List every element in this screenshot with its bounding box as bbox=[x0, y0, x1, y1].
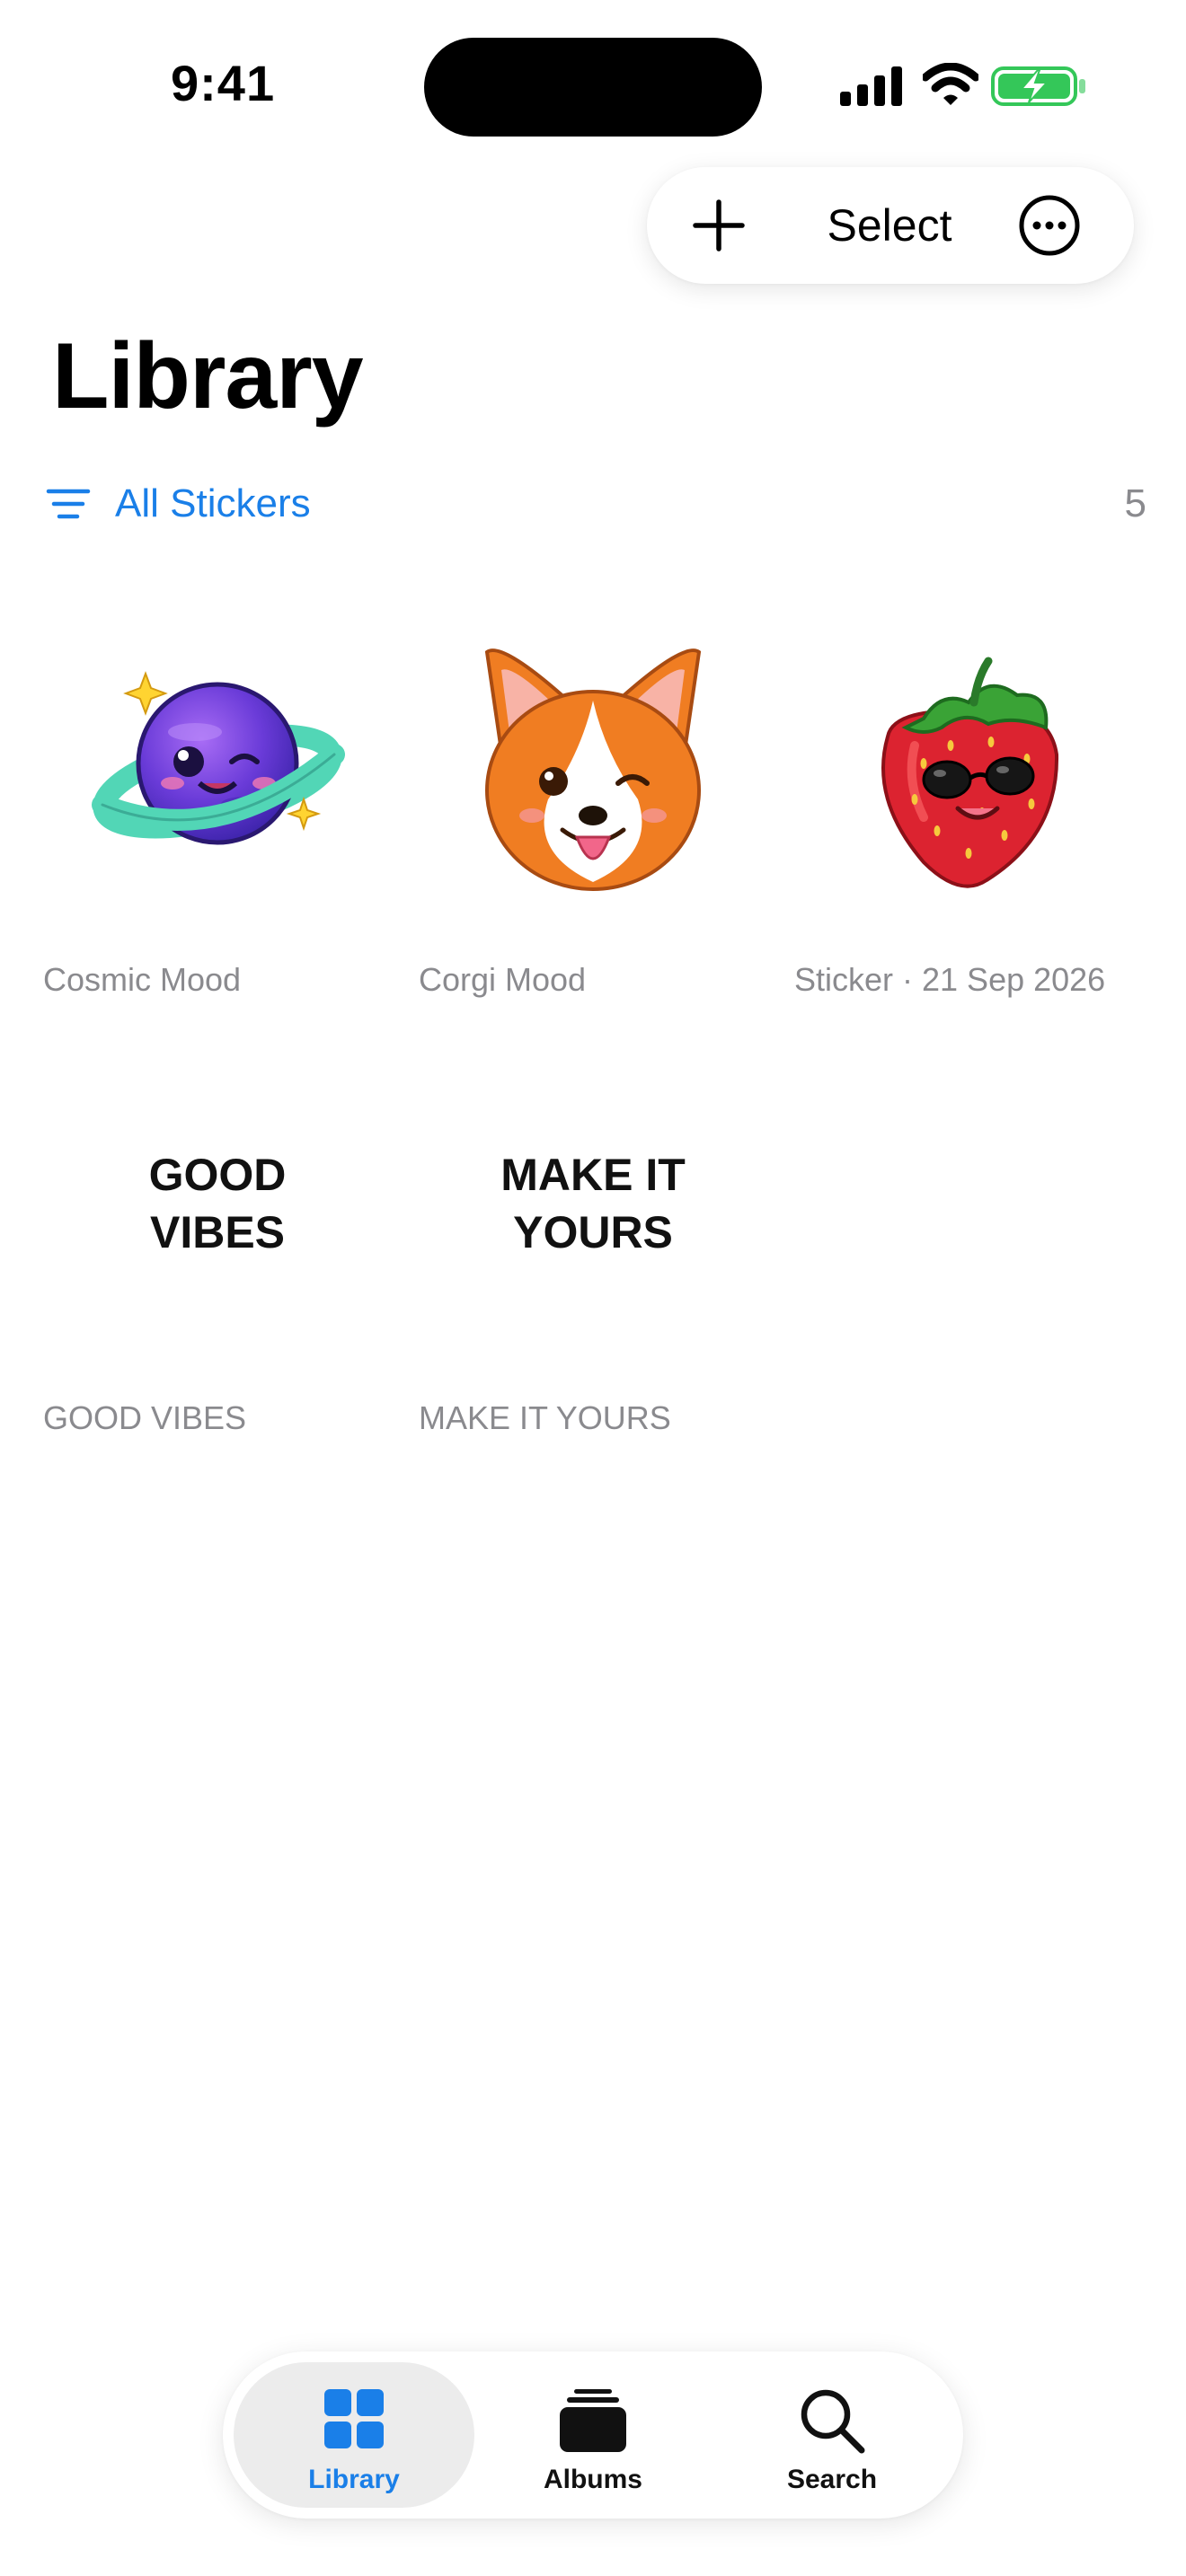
tab-label: Albums bbox=[543, 2465, 642, 2494]
sticker-caption: Cosmic Mood bbox=[43, 961, 242, 998]
page-title: Library bbox=[52, 324, 364, 428]
cellular-signal-icon bbox=[840, 66, 902, 106]
filter-label: All Stickers bbox=[115, 481, 311, 525]
text-sticker-content: MAKE IT YOURS bbox=[500, 1150, 686, 1257]
sticker-caption: MAKE IT YOURS bbox=[419, 1399, 671, 1436]
magnifier-icon bbox=[801, 2389, 865, 2454]
sticker-tile-cosmic-mood[interactable] bbox=[38, 584, 397, 943]
top-toolbar: Select bbox=[647, 167, 1134, 284]
ellipsis-circle-icon bbox=[1019, 195, 1080, 256]
sticker-tile-make-it-yours[interactable]: MAKE IT YOURS bbox=[413, 1033, 773, 1392]
tab-label: Search bbox=[786, 2465, 878, 2494]
battery-charging-icon bbox=[991, 66, 1085, 106]
sticker-count: 5 bbox=[1124, 481, 1146, 525]
select-button[interactable]: Select bbox=[800, 196, 979, 255]
sticker-tile-good-vibes[interactable]: GOOD VIBES bbox=[38, 1033, 397, 1392]
tab-library[interactable]: Library bbox=[234, 2362, 474, 2508]
more-button[interactable] bbox=[1013, 190, 1085, 261]
dynamic-island bbox=[424, 38, 762, 137]
add-button[interactable] bbox=[683, 190, 755, 261]
sticker-caption: Sticker · 21 Sep 2026 bbox=[794, 961, 1106, 998]
strawberry-sticker-image bbox=[881, 657, 1059, 888]
tab-search[interactable]: Search bbox=[712, 2362, 952, 2508]
tab-label: Library bbox=[308, 2465, 400, 2494]
status-bar: 9:41 bbox=[0, 0, 1186, 171]
sticker-tile-corgi-mood[interactable] bbox=[413, 584, 773, 943]
filter-row: All Stickers 5 bbox=[43, 472, 1146, 535]
corgi-sticker-image bbox=[484, 648, 702, 891]
sticker-caption: GOOD VIBES bbox=[43, 1399, 247, 1436]
planet-sticker-image bbox=[92, 671, 345, 845]
status-icons bbox=[840, 59, 1092, 113]
sticker-tile-strawberry[interactable] bbox=[789, 584, 1148, 943]
text-sticker-content: GOOD VIBES bbox=[148, 1150, 287, 1257]
albums-stack-icon bbox=[560, 2389, 626, 2452]
sticker-caption: Corgi Mood bbox=[419, 961, 587, 998]
grid-icon bbox=[324, 2389, 384, 2448]
filter-button[interactable]: All Stickers bbox=[43, 472, 311, 535]
tab-bar: Library Albums Search bbox=[223, 2351, 963, 2519]
plus-icon bbox=[693, 199, 745, 251]
tab-albums[interactable]: Albums bbox=[473, 2362, 713, 2508]
wifi-icon bbox=[923, 63, 978, 105]
filter-lines-icon bbox=[46, 489, 91, 519]
status-time: 9:41 bbox=[171, 55, 276, 111]
